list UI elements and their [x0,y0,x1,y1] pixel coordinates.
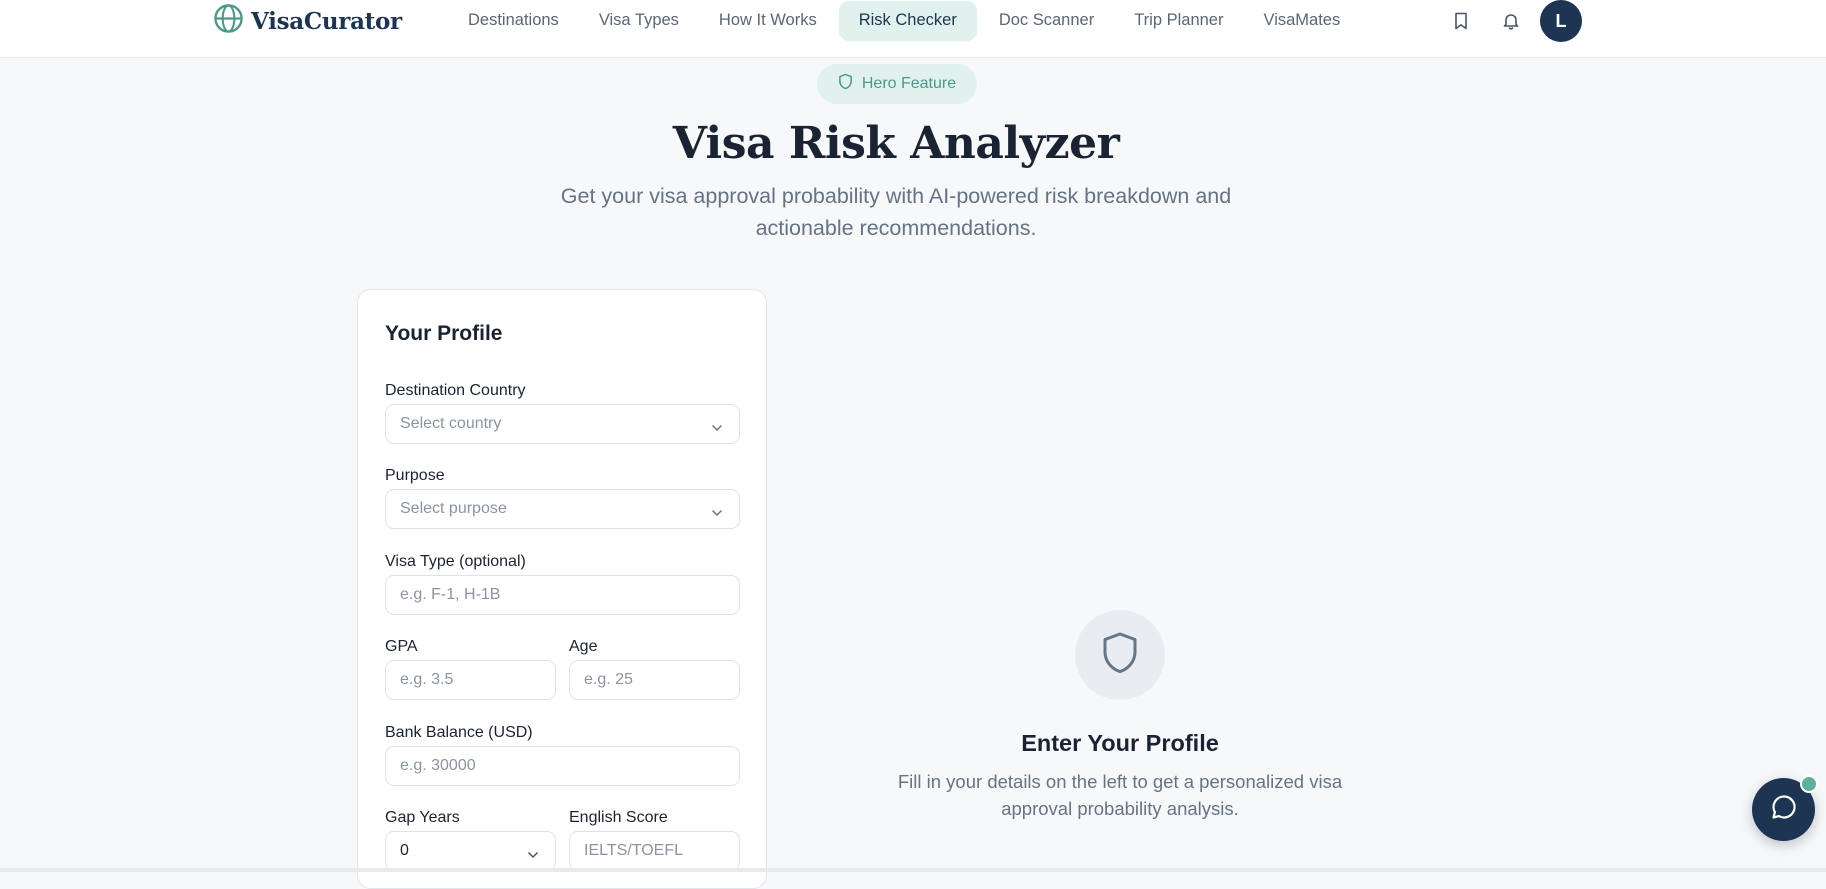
bell-icon[interactable] [1500,10,1522,32]
purpose-label: Purpose [385,467,445,484]
nav-doc-scanner[interactable]: Doc Scanner [979,1,1114,41]
bottom-divider [0,868,1826,872]
badge-label: Hero Feature [861,75,957,92]
nav-risk-checker[interactable]: Risk Checker [838,0,977,41]
page-title: Visa Risk Analyzer [672,118,1120,169]
nav-trip-planner[interactable]: Trip Planner [1114,1,1243,41]
chat-bubble-icon [1770,793,1798,826]
gap-years-select[interactable]: 0 [385,831,556,871]
chevron-down-icon [711,419,723,437]
visa-type-placeholder: e.g. F-1, H-1B [400,586,501,603]
age-placeholder: e.g. 25 [584,671,633,688]
visa-type-input[interactable]: e.g. F-1, H-1B [385,575,740,615]
bank-balance-placeholder: e.g. 30000 [400,757,476,774]
gap-years-value: 0 [400,842,409,859]
chevron-down-icon [527,846,539,864]
destination-placeholder: Select country [400,415,502,432]
nav-how-it-works[interactable]: How It Works [699,1,837,41]
visa-type-label: Visa Type (optional) [385,553,526,570]
gpa-label: GPA [385,638,418,655]
nav-visamates[interactable]: VisaMates [1243,1,1360,41]
english-score-label: English Score [569,809,668,826]
bookmark-icon[interactable] [1450,10,1472,32]
empty-state-text: Fill in your details on the left to get … [897,771,1343,819]
chevron-down-icon [711,504,723,522]
online-status-dot [1800,775,1818,793]
bank-balance-input[interactable]: e.g. 30000 [385,746,740,786]
english-score-placeholder: IELTS/TOEFL [584,842,683,859]
globe-icon [213,3,244,39]
purpose-select[interactable]: Select purpose [385,489,740,529]
gap-years-label: Gap Years [385,809,460,826]
brand-name: VisaCurator [251,7,402,35]
brand-logo[interactable]: VisaCurator [213,3,402,39]
shield-icon [838,73,853,95]
nav-destinations[interactable]: Destinations [448,1,579,41]
destination-label: Destination Country [385,382,526,399]
shield-icon [1101,631,1139,680]
bank-balance-label: Bank Balance (USD) [385,724,533,741]
english-score-input[interactable]: IELTS/TOEFL [569,831,740,871]
profile-card-title: Your Profile [385,322,503,345]
profile-card: Your Profile Destination Country Select … [357,289,767,889]
nav-visa-types[interactable]: Visa Types [579,1,699,41]
gpa-placeholder: e.g. 3.5 [400,671,454,688]
main-nav: Destinations Visa Types How It Works Ris… [448,0,1360,41]
top-navigation-bar: VisaCurator Destinations Visa Types How … [0,0,1826,58]
gpa-input[interactable]: e.g. 3.5 [385,660,556,700]
empty-state-title: Enter Your Profile [1021,730,1219,756]
page-subtitle: Get your visa approval probability with … [560,184,1232,240]
destination-select[interactable]: Select country [385,404,740,444]
empty-state-icon-circle [1075,610,1165,700]
user-avatar[interactable]: L [1540,0,1582,42]
hero-feature-badge: Hero Feature [817,64,977,104]
age-label: Age [569,638,598,655]
purpose-placeholder: Select purpose [400,500,507,517]
age-input[interactable]: e.g. 25 [569,660,740,700]
